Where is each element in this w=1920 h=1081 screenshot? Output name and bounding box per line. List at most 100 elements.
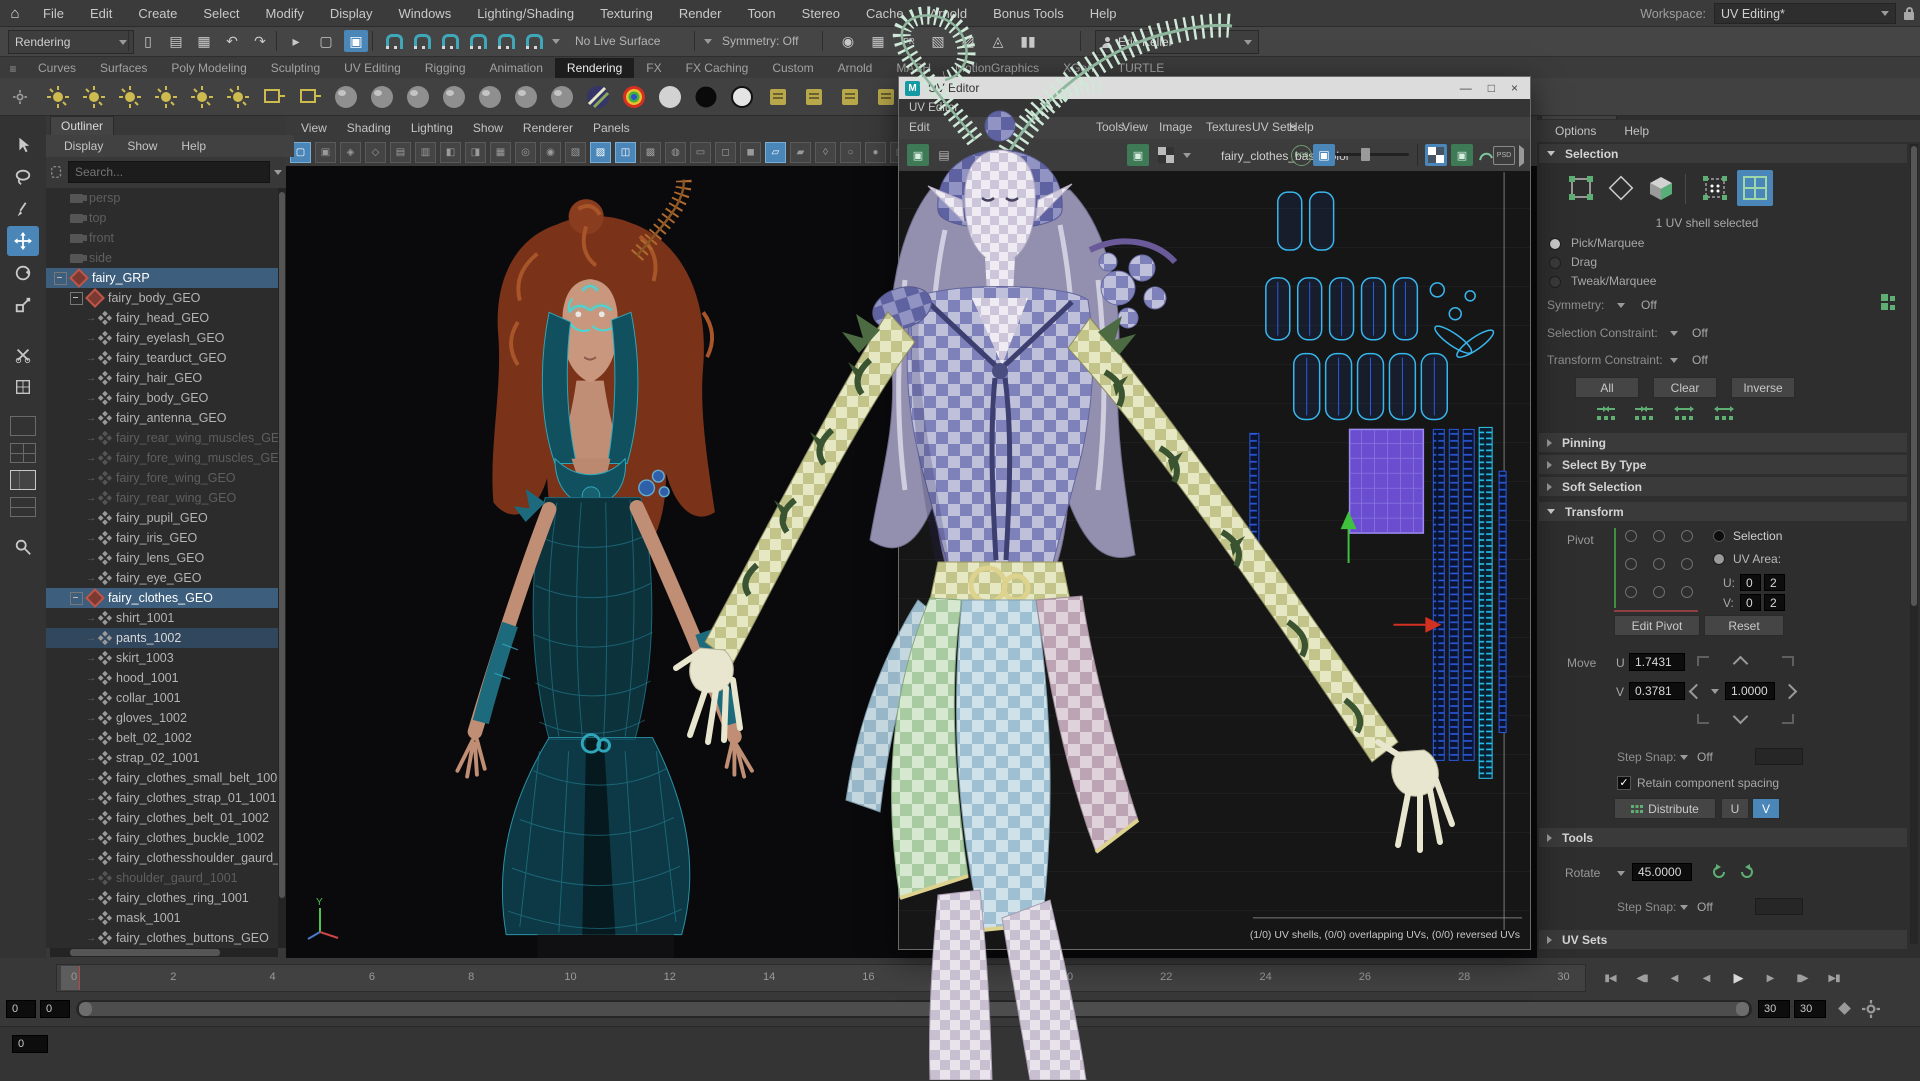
- make-live-icon[interactable]: [522, 30, 546, 52]
- u-max-field[interactable]: 2: [1764, 574, 1785, 591]
- close-icon[interactable]: ×: [1511, 81, 1518, 95]
- sphere-shelf-icon[interactable]: [400, 81, 436, 113]
- pick-mode-label[interactable]: Pick/Marquee: [1571, 236, 1644, 250]
- shrink-selection-icon[interactable]: [1595, 405, 1617, 424]
- outliner-item-fairy_iris_GEO[interactable]: →fairy_iris_GEO: [46, 528, 278, 548]
- checker-tiles-icon[interactable]: [1425, 144, 1447, 166]
- four-pane-layout[interactable]: [10, 443, 36, 463]
- transform-constraint-label[interactable]: Transform Constraint:: [1547, 353, 1663, 367]
- tools-section-header[interactable]: Tools: [1539, 828, 1907, 847]
- viewport-toolbar-icon[interactable]: ◫: [615, 142, 636, 163]
- outliner-item-pants_1002[interactable]: →pants_1002: [46, 628, 278, 648]
- play-forwards-icon[interactable]: ▶: [1724, 966, 1752, 990]
- menu-help[interactable]: Help: [1077, 6, 1130, 21]
- outliner-item-fairy_clothes_buckle_1002[interactable]: →fairy_clothes_buckle_1002: [46, 828, 278, 848]
- outliner-menu-show[interactable]: Show: [117, 139, 167, 153]
- outliner-horizontal-scrollbar[interactable]: [50, 948, 278, 957]
- shelf-tab-rendering[interactable]: Rendering: [555, 58, 634, 78]
- menu-arnold[interactable]: Arnold: [917, 6, 981, 21]
- viewport-toolbar-icon[interactable]: ▣: [315, 142, 336, 163]
- outliner-item-fairy_clothes_GEO[interactable]: fairy_clothes_GEO: [46, 588, 278, 608]
- shelf-tab-motiongraphics[interactable]: MotionGraphics: [943, 58, 1051, 78]
- range-slider[interactable]: [76, 1000, 1752, 1018]
- shelf-tab-custom[interactable]: Custom: [760, 58, 825, 78]
- menu-display[interactable]: Display: [317, 6, 386, 21]
- step-forward-key-icon[interactable]: ▮▶: [1788, 966, 1816, 990]
- pivot-position-radio[interactable]: [1653, 586, 1665, 598]
- uv-menu-help[interactable]: Help: [1289, 120, 1314, 134]
- viewport-menu-show[interactable]: Show: [464, 119, 512, 137]
- outliner-item-shoulder_gaurd_1001[interactable]: →shoulder_gaurd_1001: [46, 868, 278, 888]
- rainbow-sphere-shelf-icon[interactable]: [616, 81, 652, 113]
- maximize-icon[interactable]: □: [1488, 81, 1495, 95]
- symmetry-grid-icon[interactable]: [1881, 294, 1899, 312]
- chevron-down-icon[interactable]: [1680, 905, 1688, 910]
- snap-projected-center-icon[interactable]: [466, 30, 490, 52]
- outliner-item-fairy_clothesshoulder_gaurd_[interactable]: →fairy_clothesshoulder_gaurd_: [46, 848, 278, 868]
- uv-editor-canvas[interactable]: (1/0) UV shells, (0/0) overlapping UVs, …: [899, 171, 1530, 949]
- go-to-end-icon[interactable]: ▶▮: [1820, 966, 1848, 990]
- outliner-menu-help[interactable]: Help: [171, 139, 216, 153]
- inverse-button[interactable]: Inverse: [1731, 377, 1795, 398]
- shade-uvs-icon[interactable]: ▣: [1451, 144, 1473, 166]
- viewport-toolbar-icon[interactable]: ◊: [815, 142, 836, 163]
- toolkit-menu-options[interactable]: Options: [1543, 124, 1608, 138]
- pivot-position-radio[interactable]: [1625, 530, 1637, 542]
- step-back-key-icon[interactable]: ◀▮: [1628, 966, 1656, 990]
- light-editor-icon[interactable]: ◬: [986, 30, 1010, 52]
- viewport-toolbar-icon[interactable]: ●: [865, 142, 886, 163]
- uv-menu-textures[interactable]: Textures: [1206, 120, 1251, 134]
- playback-start-field[interactable]: 0: [40, 1000, 70, 1018]
- scale-tool[interactable]: [7, 290, 39, 320]
- outliner-item-fairy_body_GEO[interactable]: →fairy_body_GEO: [46, 388, 278, 408]
- outliner-item-skirt_1003[interactable]: →skirt_1003: [46, 648, 278, 668]
- outliner-item-fairy_rear_wing_GEO[interactable]: →fairy_rear_wing_GEO: [46, 488, 278, 508]
- select-tool[interactable]: [7, 130, 39, 160]
- nudge-step-field[interactable]: 1.0000: [1725, 682, 1775, 700]
- outline-sphere-shelf-icon[interactable]: [724, 81, 760, 113]
- rotate-step-snap-label[interactable]: Step Snap:: [1617, 900, 1676, 914]
- outliner-item-collar_1001[interactable]: →collar_1001: [46, 688, 278, 708]
- menu-file[interactable]: File: [30, 6, 77, 21]
- render-settings-icon[interactable]: ▨: [956, 30, 980, 52]
- all-button[interactable]: All: [1575, 377, 1639, 398]
- minimize-icon[interactable]: —: [1460, 81, 1472, 95]
- outliner-item-fairy_pupil_GEO[interactable]: →fairy_pupil_GEO: [46, 508, 278, 528]
- snap-curve-icon[interactable]: [410, 30, 434, 52]
- pick-mode-radio-pick-marquee[interactable]: [1549, 238, 1561, 250]
- pivot-uv-area-radio[interactable]: [1713, 553, 1725, 565]
- viewport-toolbar-icon[interactable]: ▰: [790, 142, 811, 163]
- viewport-toolbar-icon[interactable]: ◎: [515, 142, 536, 163]
- render-view-icon[interactable]: ◉: [836, 30, 860, 52]
- menu-render[interactable]: Render: [666, 6, 735, 21]
- shelf-tab-rigging[interactable]: Rigging: [413, 58, 478, 78]
- viewport-toolbar-icon[interactable]: ▧: [565, 142, 586, 163]
- outliner-item-fairy_clothes_belt_01_1002[interactable]: →fairy_clothes_belt_01_1002: [46, 808, 278, 828]
- user-account-dropdown[interactable]: Eric Keller: [1095, 30, 1259, 54]
- shelf-tab-sculpting[interactable]: Sculpting: [259, 58, 332, 78]
- sphere-shelf-icon[interactable]: [436, 81, 472, 113]
- move-tool[interactable]: [7, 226, 39, 256]
- sphere-shelf-icon[interactable]: [544, 81, 580, 113]
- sphere-shelf-icon[interactable]: [472, 81, 508, 113]
- outliner-item-fairy_head_GEO[interactable]: →fairy_head_GEO: [46, 308, 278, 328]
- menu-texturing[interactable]: Texturing: [587, 6, 666, 21]
- pivot-position-radio[interactable]: [1625, 558, 1637, 570]
- outliner-item-fairy_clothes_small_belt_1002[interactable]: →fairy_clothes_small_belt_1002: [46, 768, 278, 788]
- pivot-position-radio[interactable]: [1653, 558, 1665, 570]
- shelf-tab-curves[interactable]: Curves: [26, 58, 88, 78]
- retain-spacing-label[interactable]: Retain component spacing: [1637, 776, 1779, 790]
- outliner-item-strap_02_1001[interactable]: →strap_02_1001: [46, 748, 278, 768]
- select-component-icon[interactable]: ▣: [344, 30, 368, 52]
- uv-menu-image[interactable]: Image: [1159, 120, 1192, 134]
- light-shelf-icon[interactable]: [112, 81, 148, 113]
- outliner-item-fairy_clothes_ring_1001[interactable]: →fairy_clothes_ring_1001: [46, 888, 278, 908]
- symmetry-label[interactable]: Symmetry: Off: [722, 34, 798, 48]
- uv-editor-titlebar[interactable]: M UV Editor — □ ×: [899, 77, 1530, 99]
- outliner-item-fairy_lens_GEO[interactable]: →fairy_lens_GEO: [46, 548, 278, 568]
- range-bar[interactable]: [79, 1002, 1749, 1016]
- uv-menu-tools[interactable]: Tools: [1096, 120, 1124, 134]
- lock-icon[interactable]: [1904, 12, 1914, 20]
- save-scene-icon[interactable]: ▦: [192, 30, 216, 52]
- outliner-item-mask_1001[interactable]: →mask_1001: [46, 908, 278, 928]
